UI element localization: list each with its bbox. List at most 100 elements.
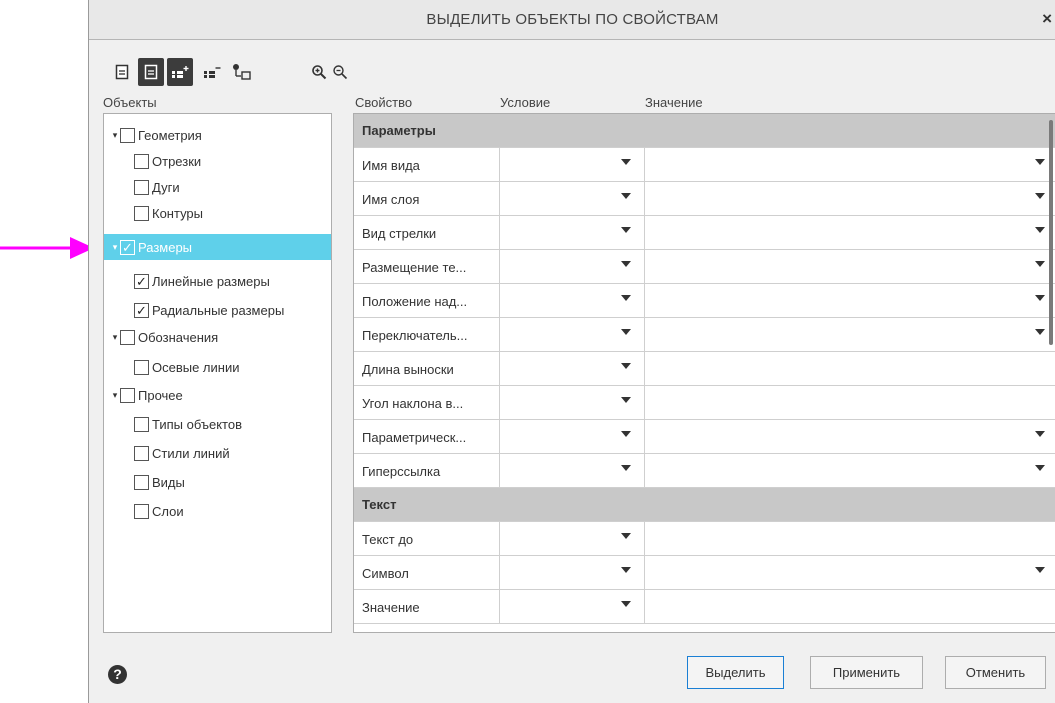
table-row[interactable]: Положение над...: [354, 284, 1055, 318]
value-dropdown-icon[interactable]: [1035, 329, 1045, 335]
select-by-properties-dialog: ВЫДЕЛИТЬ ОБЪЕКТЫ ПО СВОЙСТВАМ × Объекты …: [88, 0, 1055, 703]
value-dropdown-icon[interactable]: [1035, 159, 1045, 165]
value-dropdown-icon[interactable]: [1035, 431, 1045, 437]
expand-arrow-icon[interactable]: ▾: [110, 242, 120, 253]
checkbox[interactable]: [134, 153, 149, 169]
tree-item-label: Геометрия: [138, 127, 202, 143]
checkbox[interactable]: ✓: [134, 273, 149, 289]
value-dropdown-icon[interactable]: [1035, 567, 1045, 573]
condition-dropdown-icon[interactable]: [621, 601, 631, 607]
tree-item-segments[interactable]: Отрезки: [134, 148, 201, 174]
checkbox[interactable]: [134, 205, 149, 221]
tree-item-designations[interactable]: ▾ Обозначения: [110, 324, 218, 350]
checkbox[interactable]: ✓: [134, 302, 149, 318]
condition-dropdown-icon[interactable]: [621, 363, 631, 369]
checkbox[interactable]: [134, 179, 149, 195]
tree-item-label: Дуги: [152, 179, 180, 195]
tree-item-layers[interactable]: Слои: [134, 498, 184, 524]
tree-item-label: Виды: [152, 474, 185, 490]
group-row-text: Текст: [354, 488, 1055, 522]
condition-dropdown-icon[interactable]: [621, 567, 631, 573]
checkbox[interactable]: [134, 445, 149, 461]
table-row[interactable]: Символ: [354, 556, 1055, 590]
value-dropdown-icon[interactable]: [1035, 465, 1045, 471]
hierarchy-icon[interactable]: [229, 58, 255, 86]
help-icon[interactable]: ?: [108, 665, 127, 684]
document-filter-icon[interactable]: [138, 58, 164, 86]
table-row[interactable]: Размещение те...: [354, 250, 1055, 284]
tree-item-views[interactable]: Виды: [134, 469, 185, 495]
table-row[interactable]: Переключатель...: [354, 318, 1055, 352]
value-dropdown-icon[interactable]: [1035, 295, 1045, 301]
document-icon[interactable]: [109, 58, 135, 86]
tree-item-center-lines[interactable]: Осевые линии: [134, 354, 239, 380]
table-row[interactable]: Вид стрелки: [354, 216, 1055, 250]
tree-item-label: Осевые линии: [152, 359, 240, 375]
tree-item-other[interactable]: ▾ Прочее: [110, 382, 183, 408]
table-row[interactable]: Длина выноски: [354, 352, 1055, 386]
table-row[interactable]: Параметрическ...: [354, 420, 1055, 454]
grid-scrollbar[interactable]: [1049, 120, 1053, 345]
expand-arrow-icon[interactable]: ▾: [110, 332, 120, 343]
condition-dropdown-icon[interactable]: [621, 329, 631, 335]
value-dropdown-icon[interactable]: [1035, 193, 1045, 199]
checkbox[interactable]: [120, 127, 135, 143]
checkbox[interactable]: [134, 474, 149, 490]
apply-button[interactable]: Применить: [810, 656, 923, 689]
cancel-button[interactable]: Отменить: [945, 656, 1046, 689]
tree-item-object-types[interactable]: Типы объектов: [134, 411, 242, 437]
value-dropdown-icon[interactable]: [1035, 227, 1045, 233]
group-label: Параметры: [362, 123, 436, 138]
tree-item-label: Радиальные размеры: [152, 302, 285, 318]
value-dropdown-icon[interactable]: [1035, 261, 1045, 267]
property-name: Длина выноски: [362, 362, 454, 377]
tree-item-label: Размеры: [138, 239, 193, 255]
objects-header: Объекты: [103, 95, 157, 110]
condition-dropdown-icon[interactable]: [621, 159, 631, 165]
property-name: Положение над...: [362, 294, 468, 309]
expand-arrow-icon[interactable]: ▾: [110, 390, 120, 401]
condition-dropdown-icon[interactable]: [621, 465, 631, 471]
checkbox[interactable]: [120, 329, 135, 345]
table-row[interactable]: Угол наклона в...: [354, 386, 1055, 420]
condition-dropdown-icon[interactable]: [621, 193, 631, 199]
tree-item-line-styles[interactable]: Стили линий: [134, 440, 230, 466]
table-row[interactable]: Гиперссылка: [354, 454, 1055, 488]
property-name: Гиперссылка: [362, 464, 441, 479]
condition-dropdown-icon[interactable]: [621, 227, 631, 233]
tree-item-geometry[interactable]: ▾ Геометрия: [110, 122, 202, 148]
checkbox[interactable]: ✓: [120, 239, 135, 255]
property-name: Угол наклона в...: [362, 396, 464, 411]
tree-item-linear-dimensions[interactable]: ✓ Линейные размеры: [134, 268, 270, 294]
add-filter-icon[interactable]: [167, 58, 193, 86]
checkbox[interactable]: [134, 503, 149, 519]
table-row[interactable]: Значение: [354, 590, 1055, 624]
checkbox[interactable]: [134, 416, 149, 432]
expand-arrow-icon[interactable]: ▾: [110, 130, 120, 141]
condition-dropdown-icon[interactable]: [621, 431, 631, 437]
condition-dropdown-icon[interactable]: [621, 261, 631, 267]
property-name: Значение: [362, 600, 420, 615]
tree-item-contours[interactable]: Контуры: [134, 200, 203, 226]
close-icon[interactable]: ×: [1042, 9, 1052, 29]
condition-dropdown-icon[interactable]: [621, 397, 631, 403]
table-row[interactable]: Имя слоя: [354, 182, 1055, 216]
condition-dropdown-icon[interactable]: [621, 533, 631, 539]
tree-item-dimensions[interactable]: ▾ ✓ Размеры: [104, 234, 331, 260]
zoom-out-icon[interactable]: [327, 58, 353, 86]
condition-dropdown-icon[interactable]: [621, 295, 631, 301]
tree-item-label: Отрезки: [152, 153, 202, 169]
table-row[interactable]: Имя вида: [354, 148, 1055, 182]
checkbox[interactable]: [134, 359, 149, 375]
select-button[interactable]: Выделить: [687, 656, 784, 689]
group-label: Текст: [362, 497, 397, 512]
remove-filter-icon[interactable]: [199, 58, 225, 86]
condition-column-header: Условие: [500, 95, 551, 110]
checkbox[interactable]: [120, 387, 135, 403]
property-name: Параметрическ...: [362, 430, 467, 445]
tree-item-arcs[interactable]: Дуги: [134, 174, 180, 200]
tree-item-radial-dimensions[interactable]: ✓ Радиальные размеры: [134, 297, 284, 323]
tree-item-label: Стили линий: [152, 445, 230, 461]
property-name: Имя слоя: [362, 192, 420, 207]
table-row[interactable]: Текст до: [354, 522, 1055, 556]
